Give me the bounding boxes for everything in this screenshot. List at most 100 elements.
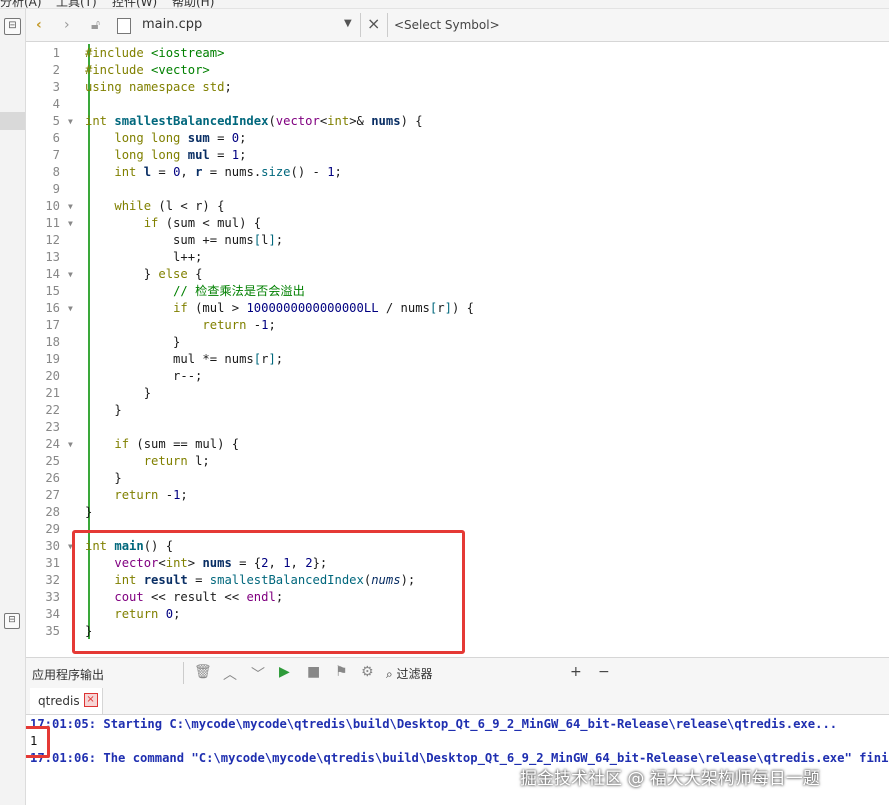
tab-close-icon[interactable]: × xyxy=(83,693,98,707)
menu-item-analyze[interactable]: 分析(A) xyxy=(0,0,42,8)
code-line[interactable]: 21 } xyxy=(26,385,889,402)
code-line[interactable]: 18 } xyxy=(26,334,889,351)
forward-arrow-icon[interactable]: › xyxy=(64,17,70,33)
line-number: 11 xyxy=(45,216,60,230)
stop-icon[interactable]: ■ xyxy=(307,664,320,680)
fold-chevron-down-icon[interactable]: ▼ xyxy=(68,266,73,283)
code-line[interactable]: 11 ▼ if (sum < mul) { xyxy=(26,215,889,232)
line-number: 23 xyxy=(45,420,60,434)
panel-toggle-icon[interactable]: ⊟ xyxy=(4,18,21,35)
output-line: 17:01:06: The command "C:\mycode\mycode\… xyxy=(30,751,889,765)
close-icon[interactable]: × xyxy=(367,14,380,33)
fold-chevron-down-icon[interactable]: ▼ xyxy=(68,113,73,130)
line-number: 24 xyxy=(45,437,60,451)
code-line[interactable]: 17 return -1; xyxy=(26,317,889,334)
line-number: 14 xyxy=(45,267,60,281)
code-line[interactable]: 24 ▼ if (sum == mul) { xyxy=(26,436,889,453)
code-text: return -1; xyxy=(202,318,276,332)
code-line[interactable]: 10 ▼ while (l < r) { xyxy=(26,198,889,215)
line-number: 25 xyxy=(45,454,60,468)
line-number: 28 xyxy=(45,505,60,519)
filter-label: 过滤器 xyxy=(396,667,433,681)
code-text: return l; xyxy=(143,454,210,468)
menu-item-widgets[interactable]: 控件(W) xyxy=(112,0,157,8)
code-text: long long sum = 0; xyxy=(114,131,247,145)
code-line[interactable]: 5 ▼ int smallestBalancedIndex(vector<int>&… xyxy=(26,113,889,130)
code-line[interactable]: 1 #include <iostream> xyxy=(26,45,889,62)
output-panel-title: 应用程序输出 xyxy=(32,668,105,682)
code-line[interactable]: 27 return -1; xyxy=(26,487,889,504)
line-number: 3 xyxy=(52,80,60,94)
symbol-selector[interactable]: <Select Symbol> xyxy=(394,18,500,32)
code-text: l++; xyxy=(85,250,203,264)
code-line[interactable]: 26 } xyxy=(26,470,889,487)
code-line[interactable]: 14 ▼ } else { xyxy=(26,266,889,283)
menu-item-tools[interactable]: 工具(T) xyxy=(56,0,97,8)
code-line[interactable]: 3 using namespace std; xyxy=(26,79,889,96)
tab-qtredis[interactable]: qtredis × xyxy=(30,688,103,714)
code-line[interactable]: 20 r--; xyxy=(26,368,889,385)
file-icon xyxy=(117,18,131,34)
code-line[interactable]: 28} xyxy=(26,504,889,521)
code-line[interactable]: 22 } xyxy=(26,402,889,419)
code-line[interactable]: 12 sum += nums[l]; xyxy=(26,232,889,249)
code-line[interactable]: 4 xyxy=(26,96,889,113)
line-number: 13 xyxy=(45,250,60,264)
code-text: if (mul > 1000000000000000LL / nums[r]) … xyxy=(173,301,474,315)
code-text: int l = 0, r = nums.size() - 1; xyxy=(114,165,342,179)
output-console[interactable]: 17:01:05: Starting C:\mycode\mycode\qtre… xyxy=(26,715,889,805)
plus-icon[interactable]: + xyxy=(570,664,582,680)
run-icon[interactable]: ▶ xyxy=(279,664,290,680)
menu-item-help[interactable]: 帮助(H) xyxy=(172,0,214,8)
back-arrow-icon[interactable]: ‹ xyxy=(36,17,42,33)
code-line[interactable]: 9 xyxy=(26,181,889,198)
output-tabs: qtredis × xyxy=(26,688,889,715)
chevron-down-icon[interactable]: ﹀ xyxy=(251,664,265,684)
gear-icon[interactable]: ⚙ xyxy=(361,664,374,680)
code-line[interactable]: 2 #include <vector> xyxy=(26,62,889,79)
code-text: #include <iostream> xyxy=(85,46,225,60)
trash-icon[interactable]: 🗑︎ xyxy=(194,664,212,680)
line-number: 4 xyxy=(52,97,60,111)
code-line[interactable]: 7 long long mul = 1; xyxy=(26,147,889,164)
line-number: 34 xyxy=(45,607,60,621)
code-editor[interactable]: 1 #include <iostream> 2 #include <vector> 3 u… xyxy=(26,42,889,656)
code-line[interactable]: 23 xyxy=(26,419,889,436)
line-number: 32 xyxy=(45,573,60,587)
selected-sidebar-row[interactable] xyxy=(0,112,25,130)
code-line[interactable]: 8 int l = 0, r = nums.size() - 1; xyxy=(26,164,889,181)
code-line[interactable]: 19 mul *= nums[r]; xyxy=(26,351,889,368)
code-text: } xyxy=(85,335,181,349)
line-number: 26 xyxy=(45,471,60,485)
line-number: 17 xyxy=(45,318,60,332)
code-text: sum += nums[l]; xyxy=(85,233,284,247)
open-file-name[interactable]: main.cpp xyxy=(142,17,202,32)
fold-chevron-down-icon[interactable]: ▼ xyxy=(68,300,73,317)
line-number: 35 xyxy=(45,624,60,638)
filter-search[interactable]: ⌕ 过滤器 xyxy=(386,665,433,682)
panel-toggle-icon-2[interactable]: ⊟ xyxy=(4,613,20,629)
code-text: #include <vector> xyxy=(85,63,210,77)
code-text: r--; xyxy=(85,369,203,383)
code-line[interactable]: 15 // 检查乘法是否会溢出 xyxy=(26,283,889,300)
file-dropdown-chevron-down-icon[interactable]: ▼ xyxy=(344,18,352,29)
attach-debugger-icon[interactable]: ⚑ xyxy=(335,664,348,680)
code-line[interactable]: 6 long long sum = 0; xyxy=(26,130,889,147)
tab-label: qtredis xyxy=(38,694,80,708)
code-line[interactable]: 16 ▼ if (mul > 1000000000000000LL / nums[… xyxy=(26,300,889,317)
code-line[interactable]: 25 return l; xyxy=(26,453,889,470)
code-line[interactable]: 13 l++; xyxy=(26,249,889,266)
line-number: 9 xyxy=(52,182,60,196)
fold-chevron-down-icon[interactable]: ▼ xyxy=(68,215,73,232)
line-number: 27 xyxy=(45,488,60,502)
editor-toolbar: ‹ › 🔓︎ main.cpp ▼ × <Select Symbol> xyxy=(26,9,889,42)
chevron-up-icon[interactable]: ︿ xyxy=(223,664,237,684)
line-number: 8 xyxy=(52,165,60,179)
code-text: } else { xyxy=(85,267,203,281)
search-icon: ⌕ xyxy=(386,667,397,681)
line-number: 22 xyxy=(45,403,60,417)
fold-chevron-down-icon[interactable]: ▼ xyxy=(68,198,73,215)
fold-chevron-down-icon[interactable]: ▼ xyxy=(68,436,73,453)
code-text: // 检查乘法是否会溢出 xyxy=(173,284,305,298)
minus-icon[interactable]: − xyxy=(598,664,610,680)
